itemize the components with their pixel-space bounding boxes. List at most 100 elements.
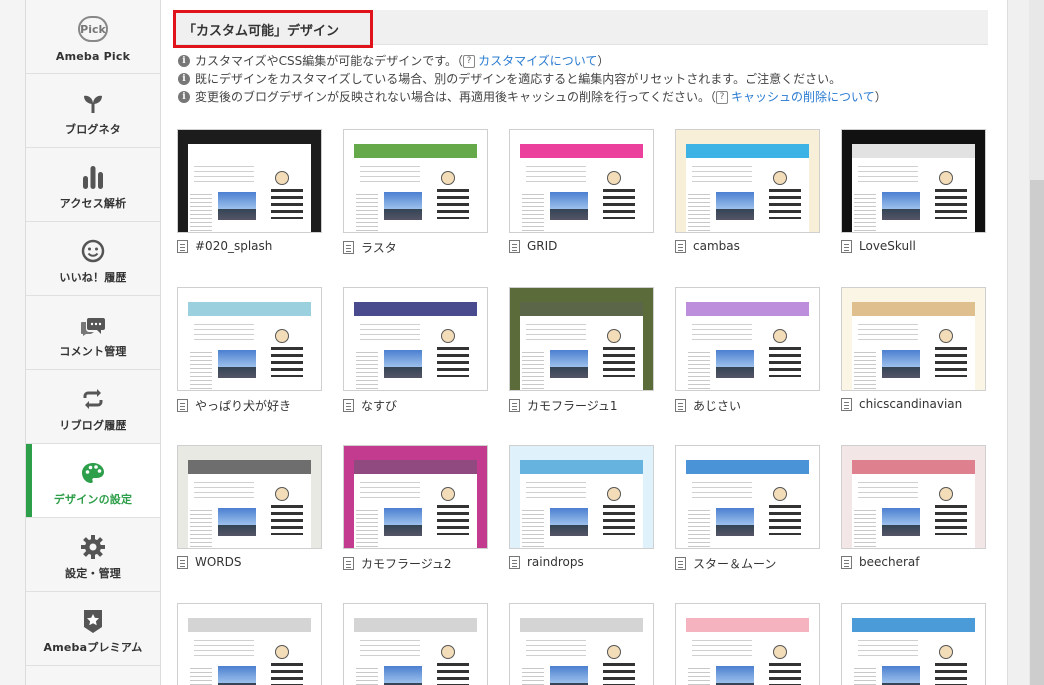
- design-thumbnail[interactable]: [841, 603, 986, 685]
- avatar-face: [607, 171, 621, 185]
- design-tile[interactable]: [675, 603, 820, 685]
- thumbnail-header: [686, 302, 809, 316]
- thumbnail-buttons: [769, 347, 801, 377]
- design-thumbnail[interactable]: [675, 603, 820, 685]
- design-label[interactable]: cambas: [675, 239, 820, 253]
- design-thumbnail[interactable]: [343, 287, 488, 391]
- thumbnail-sidebar: [356, 510, 378, 548]
- chat-bubbles-icon: [78, 310, 108, 340]
- thumbnail-text-lines: [692, 324, 752, 344]
- sidebar-item-ameba-premium[interactable]: Amebaプレミアム: [26, 592, 160, 666]
- design-label[interactable]: スター＆ムーン: [675, 555, 820, 572]
- thumbnail-text-lines: [194, 482, 254, 502]
- design-tile[interactable]: あじさい: [675, 287, 820, 414]
- design-thumbnail[interactable]: [675, 445, 820, 549]
- design-thumbnail[interactable]: [675, 287, 820, 391]
- thumbnail-sidebar: [688, 668, 710, 685]
- design-thumbnail[interactable]: [509, 129, 654, 233]
- design-thumbnail[interactable]: [177, 603, 322, 685]
- design-tile[interactable]: やっぱり犬が好き: [177, 287, 322, 414]
- design-thumbnail[interactable]: [343, 129, 488, 233]
- design-label[interactable]: #020_splash: [177, 239, 322, 253]
- design-label[interactable]: カモフラージュ2: [343, 555, 488, 572]
- design-tile[interactable]: cambas: [675, 129, 820, 253]
- design-tile[interactable]: スター＆ムーン: [675, 445, 820, 572]
- sidebar-item-ameba-pick[interactable]: Pick Ameba Pick: [26, 0, 160, 74]
- design-thumbnail[interactable]: [841, 287, 986, 391]
- design-tile[interactable]: #020_splash: [177, 129, 322, 253]
- thumbnail-preview: [852, 618, 975, 685]
- design-label[interactable]: chicscandinavian: [841, 397, 986, 411]
- design-name: ラスタ: [361, 241, 397, 255]
- scroll-thumb[interactable]: [1030, 180, 1044, 685]
- thumbnail-photo: [882, 350, 920, 378]
- thumbnail-buttons: [271, 189, 303, 219]
- thumbnail-preview: [520, 302, 643, 390]
- thumbnail-buttons: [935, 505, 967, 535]
- design-thumbnail[interactable]: [509, 287, 654, 391]
- design-tile[interactable]: [177, 603, 322, 685]
- design-label[interactable]: あじさい: [675, 397, 820, 414]
- design-thumbnail[interactable]: [841, 129, 986, 233]
- design-tile[interactable]: chicscandinavian: [841, 287, 986, 411]
- design-tile[interactable]: カモフラージュ1: [509, 287, 654, 414]
- thumbnail-text-lines: [360, 324, 420, 344]
- design-label[interactable]: カモフラージュ1: [509, 397, 654, 414]
- document-icon: [509, 239, 520, 253]
- sidebar-item-reblog-history[interactable]: リブログ履歴: [26, 370, 160, 444]
- design-thumbnail[interactable]: [509, 445, 654, 549]
- thumbnail-header: [686, 618, 809, 632]
- design-thumbnail[interactable]: [675, 129, 820, 233]
- thumbnail-sidebar: [356, 194, 378, 232]
- design-thumbnail[interactable]: [509, 603, 654, 685]
- design-thumbnail[interactable]: [177, 445, 322, 549]
- design-tile[interactable]: LoveSkull: [841, 129, 986, 253]
- design-thumbnail[interactable]: [177, 287, 322, 391]
- design-label[interactable]: GRID: [509, 239, 654, 253]
- design-tile[interactable]: beecheraf: [841, 445, 986, 569]
- cache-help-link[interactable]: キャッシュの削除について: [731, 88, 875, 106]
- avatar-face: [607, 645, 621, 659]
- design-thumbnail[interactable]: [343, 445, 488, 549]
- thumbnail-photo: [218, 350, 256, 378]
- design-label[interactable]: WORDS: [177, 555, 322, 569]
- thumbnail-text-lines: [360, 166, 420, 186]
- thumbnail-photo: [218, 508, 256, 536]
- document-icon: [509, 555, 520, 569]
- thumbnail-sidebar: [688, 194, 710, 232]
- sidebar-item-access-analysis[interactable]: アクセス解析: [26, 148, 160, 222]
- design-tile[interactable]: [509, 603, 654, 685]
- design-label[interactable]: LoveSkull: [841, 239, 986, 253]
- app-window: Pick Ameba Pick ブログネタ アクセス解析 いいね！履歴 コメント…: [0, 0, 1044, 685]
- document-icon: [675, 557, 686, 570]
- thumbnail-text-lines: [194, 324, 254, 344]
- design-label[interactable]: なすび: [343, 397, 488, 414]
- sidebar-item-blog-neta[interactable]: ブログネタ: [26, 74, 160, 148]
- customize-help-link[interactable]: カスタマイズについて: [478, 52, 597, 70]
- document-icon: [343, 557, 354, 570]
- design-tile[interactable]: カモフラージュ2: [343, 445, 488, 572]
- scrollbar[interactable]: [1007, 0, 1044, 685]
- design-tile[interactable]: GRID: [509, 129, 654, 253]
- design-label[interactable]: raindrops: [509, 555, 654, 569]
- sidebar-item-comment-management[interactable]: コメント管理: [26, 296, 160, 370]
- thumbnail-photo: [716, 192, 754, 220]
- design-thumbnail[interactable]: [841, 445, 986, 549]
- thumbnail-header: [852, 618, 975, 632]
- design-tile[interactable]: raindrops: [509, 445, 654, 569]
- design-label[interactable]: beecheraf: [841, 555, 986, 569]
- sidebar-item-design-settings[interactable]: デザインの設定: [26, 444, 160, 518]
- design-tile[interactable]: WORDS: [177, 445, 322, 569]
- sidebar-item-like-history[interactable]: いいね！履歴: [26, 222, 160, 296]
- design-tile[interactable]: [343, 603, 488, 685]
- design-label[interactable]: やっぱり犬が好き: [177, 397, 322, 414]
- design-tile[interactable]: ラスタ: [343, 129, 488, 256]
- design-tile[interactable]: なすび: [343, 287, 488, 414]
- design-thumbnail[interactable]: [177, 129, 322, 233]
- sidebar-item-settings[interactable]: 設定・管理: [26, 518, 160, 592]
- thumbnail-preview: [686, 460, 809, 548]
- design-tile[interactable]: [841, 603, 986, 685]
- design-thumbnail[interactable]: [343, 603, 488, 685]
- thumbnail-photo: [716, 666, 754, 685]
- design-label[interactable]: ラスタ: [343, 239, 488, 256]
